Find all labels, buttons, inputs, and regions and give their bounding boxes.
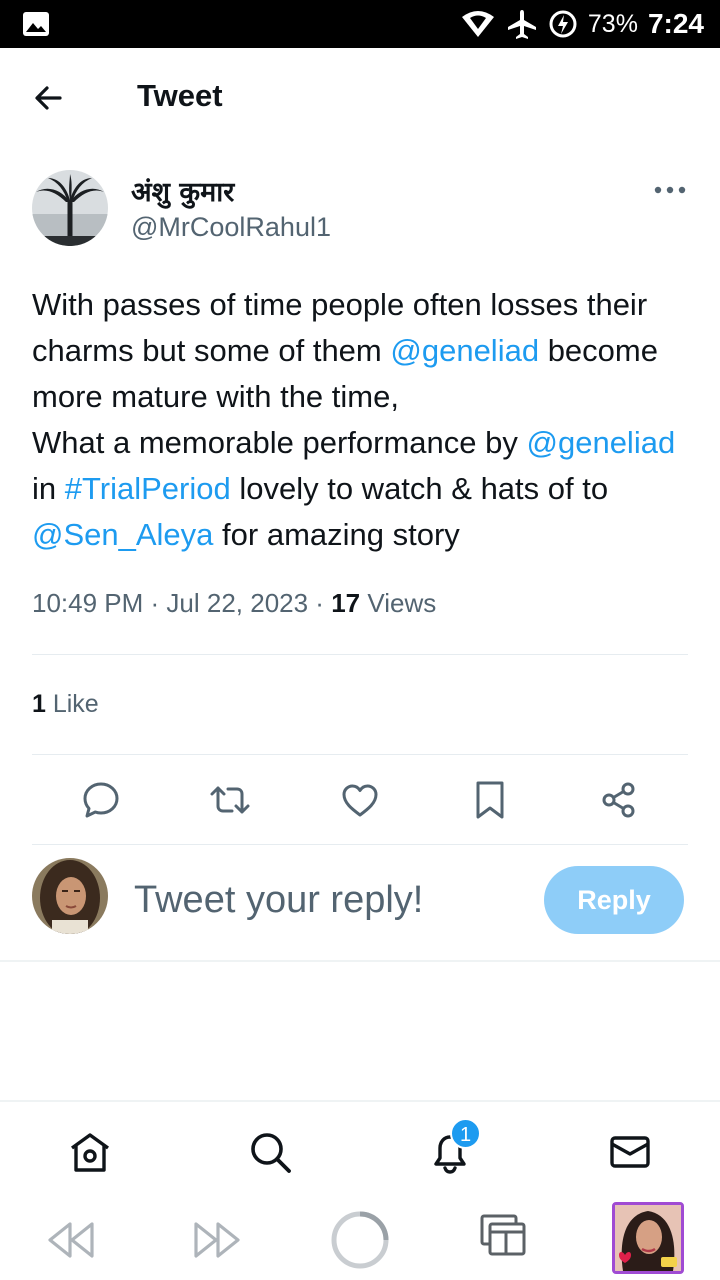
tweet-date: Jul 22, 2023 bbox=[166, 588, 309, 618]
browser-toolbar bbox=[0, 1196, 720, 1280]
author-name[interactable]: अंशु कुमार bbox=[131, 172, 234, 209]
author-avatar[interactable] bbox=[32, 170, 108, 246]
gallery-icon bbox=[23, 12, 49, 36]
profile-thumbnail[interactable] bbox=[612, 1202, 684, 1274]
rewind-icon[interactable] bbox=[44, 1216, 100, 1264]
retweet-icon[interactable] bbox=[208, 778, 252, 822]
status-bar: 73% 7:24 bbox=[0, 0, 720, 48]
likes-row[interactable]: 1 Like bbox=[32, 690, 99, 719]
mention-link[interactable]: @geneliad bbox=[390, 333, 539, 368]
reply-input[interactable] bbox=[134, 872, 524, 928]
loading-icon[interactable] bbox=[330, 1210, 390, 1270]
meta-separator: · bbox=[308, 588, 332, 618]
tweet-text-part: lovely to watch & hats of to bbox=[230, 471, 609, 506]
divider bbox=[32, 844, 688, 845]
messages-icon[interactable] bbox=[606, 1128, 654, 1176]
mention-link[interactable]: @Sen_Aleya bbox=[32, 517, 213, 552]
airplane-icon bbox=[507, 10, 536, 39]
back-arrow-icon[interactable] bbox=[30, 78, 70, 118]
reply-button[interactable]: Reply bbox=[544, 866, 684, 934]
page-title: Tweet bbox=[137, 78, 223, 113]
meta-separator: · bbox=[143, 588, 167, 618]
tweet-text-part: for amazing story bbox=[213, 517, 460, 552]
battery-percent: 73% bbox=[587, 9, 638, 38]
battery-charging-icon bbox=[549, 10, 577, 38]
likes-label: Like bbox=[45, 690, 99, 718]
divider bbox=[0, 1100, 720, 1102]
tweet-text-part: in bbox=[32, 471, 65, 506]
tweet-text-part: What a memorable performance by bbox=[32, 425, 527, 460]
bookmark-icon[interactable] bbox=[468, 778, 512, 822]
divider bbox=[32, 654, 688, 655]
clock: 7:24 bbox=[647, 8, 704, 39]
divider bbox=[32, 754, 688, 755]
tweet-text: With passes of time people often losses … bbox=[32, 282, 692, 558]
reply-icon[interactable] bbox=[79, 778, 123, 822]
mention-link[interactable]: @geneliad bbox=[527, 425, 676, 460]
author-handle[interactable]: @MrCoolRahul1 bbox=[131, 212, 331, 243]
header: Tweet bbox=[0, 48, 720, 146]
wifi-icon bbox=[461, 11, 494, 37]
home-icon[interactable] bbox=[66, 1128, 114, 1176]
user-avatar[interactable] bbox=[32, 858, 108, 934]
likes-count: 1 bbox=[32, 690, 46, 718]
views-label: Views bbox=[360, 588, 437, 618]
divider bbox=[0, 960, 720, 962]
notification-badge: 1 bbox=[450, 1118, 481, 1149]
like-icon[interactable] bbox=[338, 778, 382, 822]
share-icon[interactable] bbox=[597, 778, 641, 822]
hashtag-link[interactable]: #TrialPeriod bbox=[65, 471, 231, 506]
tweet-time: 10:49 PM bbox=[32, 588, 144, 618]
views-count: 17 bbox=[331, 588, 361, 618]
more-icon[interactable] bbox=[650, 176, 690, 204]
tabs-icon[interactable] bbox=[478, 1212, 528, 1260]
fast-forward-icon[interactable] bbox=[188, 1216, 244, 1264]
tweet-meta: 10:49 PM · Jul 22, 2023 · 17 Views bbox=[32, 588, 436, 619]
search-icon[interactable] bbox=[246, 1128, 294, 1176]
